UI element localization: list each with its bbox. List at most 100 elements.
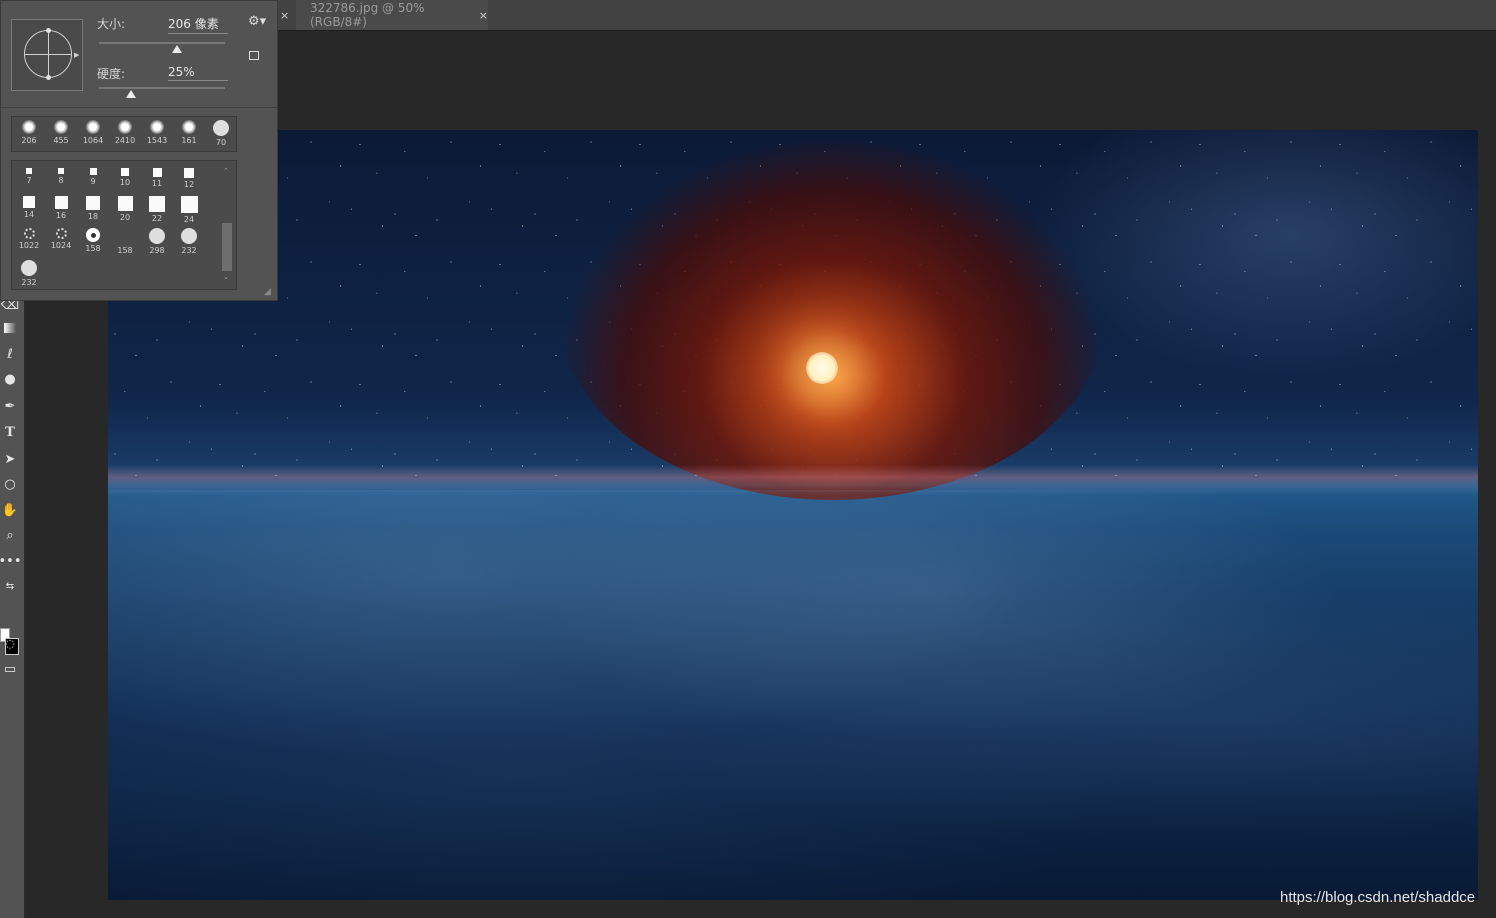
brush-tip-thumbnail <box>149 228 165 244</box>
brush-preset-2-1[interactable]: 1024 <box>46 228 76 258</box>
brush-preset-0-4[interactable]: 11 <box>142 164 172 194</box>
brush-tip-thumbnail <box>180 196 198 213</box>
brush-size-label: 455 <box>53 136 69 145</box>
brush-tip-thumbnail <box>117 196 133 211</box>
brush-tip-thumbnail <box>21 260 37 276</box>
brush-preset-2-4[interactable]: 298 <box>142 228 172 258</box>
brush-size-label: 1064 <box>82 136 104 145</box>
brush-size-label: 24 <box>183 215 195 224</box>
tab-hidden-document[interactable]: × <box>278 0 292 30</box>
brush-size-label: 158 <box>85 244 101 253</box>
new-preset-icon[interactable] <box>249 51 259 60</box>
brush-tip-thumbnail <box>55 228 67 239</box>
size-label: 大小: <box>97 17 126 31</box>
brush-tip-thumbnail <box>184 168 194 178</box>
quick-mask-icon[interactable]: ◌ <box>0 633 20 653</box>
path-selection-tool-icon[interactable]: ➤ <box>0 449 20 469</box>
brush-preset-1-4[interactable]: 22 <box>142 196 172 226</box>
brush-size-label: 20 <box>119 213 131 222</box>
type-tool-icon[interactable]: T <box>0 422 20 442</box>
recent-brush-5[interactable]: 161 <box>174 120 204 150</box>
brush-size-label: 1024 <box>50 241 72 250</box>
scrollbar-thumb[interactable] <box>222 223 232 271</box>
brush-preset-1-0[interactable]: 14 <box>14 196 44 226</box>
brush-roundness-handle[interactable] <box>46 75 51 80</box>
brush-preset-2-3[interactable]: 158 <box>110 228 140 258</box>
brush-preset-1-2[interactable]: 18 <box>78 196 108 226</box>
brush-size-label: 11 <box>151 179 163 188</box>
brush-size-label: 232 <box>21 278 37 287</box>
hardness-value-field[interactable]: 25% <box>168 65 228 81</box>
tab-label: 322786.jpg @ 50%(RGB/8#) <box>310 1 425 29</box>
brush-tip-thumbnail <box>213 120 229 136</box>
tab-close-icon[interactable]: × <box>479 9 488 22</box>
brush-size-label: 161 <box>181 136 197 145</box>
brush-flyout-arrow-icon[interactable]: ▶ <box>74 51 79 59</box>
brush-preset-2-2[interactable]: 158 <box>78 228 108 258</box>
brush-size-label: 158 <box>117 246 133 255</box>
brush-tip-preview: ▶ <box>11 19 83 91</box>
brush-preset-2-0[interactable]: 1022 <box>14 228 44 258</box>
zoom-tool-icon[interactable]: ⌕ <box>0 525 20 545</box>
recent-brush-2[interactable]: 1064 <box>78 120 108 150</box>
tab-active-document[interactable]: 322786.jpg @ 50%(RGB/8#) × <box>296 0 488 30</box>
recent-brush-1[interactable]: 455 <box>46 120 76 150</box>
recent-brush-0[interactable]: 206 <box>14 120 44 150</box>
brush-tip-thumbnail <box>86 196 100 210</box>
brush-size-label: 12 <box>183 180 195 189</box>
screen-mode-icon[interactable]: ▭ <box>0 659 20 679</box>
brush-size-label: 14 <box>23 210 35 219</box>
hardness-slider-track[interactable] <box>99 87 225 89</box>
gradient-tool-icon[interactable] <box>0 318 20 338</box>
brush-tip-thumbnail <box>22 120 36 134</box>
recent-brush-4[interactable]: 1543 <box>142 120 172 150</box>
brush-preset-0-3[interactable]: 10 <box>110 164 140 194</box>
brush-preset-0-0[interactable]: 7 <box>14 164 44 194</box>
blur-tool-icon[interactable]: ℓ <box>0 344 20 364</box>
sun <box>806 352 838 384</box>
brush-preset-picker: ▶ 大小: 206 像素 硬度: 25% ⚙▾ 206 455 1064 2410 15… <box>0 0 278 301</box>
brush-preset-1-1[interactable]: 16 <box>46 196 76 226</box>
brush-preset-3-0[interactable]: 232 <box>14 260 44 290</box>
gear-icon[interactable]: ⚙▾ <box>248 14 266 29</box>
brush-tip-thumbnail <box>58 168 64 174</box>
hardness-slider-thumb[interactable] <box>125 90 136 98</box>
document-canvas[interactable] <box>108 130 1478 900</box>
brush-size-label: 2410 <box>114 136 136 145</box>
brush-preset-0-5[interactable]: 12 <box>174 164 204 194</box>
size-slider-thumb[interactable] <box>172 45 183 53</box>
scroll-down-icon[interactable]: ⌄ <box>223 273 229 281</box>
more-tools-icon[interactable]: ••• <box>0 551 22 571</box>
brush-shape-axis-v <box>48 30 49 78</box>
brush-preset-0-2[interactable]: 9 <box>78 164 108 194</box>
swap-colors-icon[interactable]: ⇆ <box>0 576 20 596</box>
recent-brush-6[interactable]: 70 <box>206 120 236 150</box>
scroll-up-icon[interactable]: ⌃ <box>223 167 229 175</box>
cloud-layer <box>108 490 1478 900</box>
brush-tip-thumbnail <box>150 120 164 134</box>
resize-grip-icon[interactable]: ◢ <box>264 287 271 297</box>
hand-tool-icon[interactable]: ✋ <box>0 500 20 520</box>
brush-preset-1-5[interactable]: 24 <box>174 196 204 226</box>
brush-tip-thumbnail <box>86 120 100 134</box>
brush-angle-handle[interactable] <box>46 28 51 33</box>
recent-brush-3[interactable]: 2410 <box>110 120 140 150</box>
brush-tip-thumbnail <box>23 196 35 208</box>
brush-preset-2-5[interactable]: 232 <box>174 228 204 258</box>
brush-preset-1-3[interactable]: 20 <box>110 196 140 226</box>
brush-tip-thumbnail <box>89 168 97 175</box>
pen-tool-icon[interactable]: ✒ <box>0 396 20 416</box>
brush-preset-0-1[interactable]: 8 <box>46 164 76 194</box>
tab-close-icon[interactable]: × <box>280 9 289 22</box>
size-value-field[interactable]: 206 像素 <box>168 15 228 34</box>
brush-list-scrollbar[interactable]: ⌃ ⌄ <box>221 163 233 287</box>
dodge-tool-icon[interactable]: ● <box>0 369 20 389</box>
brush-tip-thumbnail <box>86 228 100 242</box>
brush-preset-list: 7 8 9 10 11 12 14 16 18 20 22 24 1022 1024 158 158 298 23… <box>11 160 237 290</box>
brush-size-label: 206 <box>21 136 37 145</box>
hardness-label: 硬度: <box>97 67 126 81</box>
ellipse-tool-icon[interactable]: ○ <box>0 474 20 494</box>
brush-tip-thumbnail <box>118 120 132 134</box>
size-slider-track[interactable] <box>99 42 225 44</box>
brush-size-label: 22 <box>151 214 163 223</box>
